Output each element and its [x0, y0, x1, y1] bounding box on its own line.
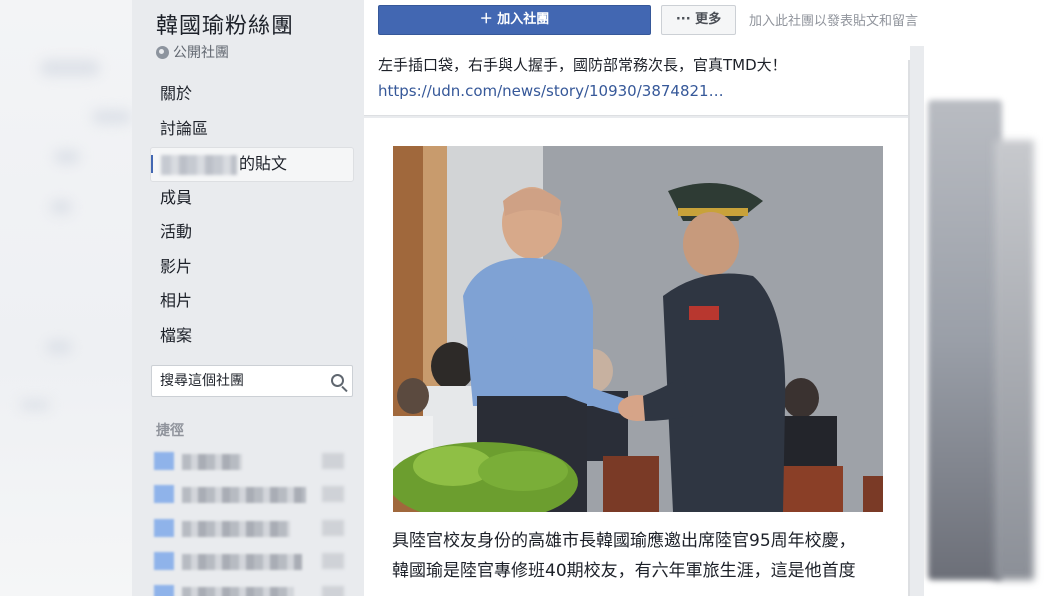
- nav-item-events[interactable]: 活動: [150, 216, 354, 251]
- group-sidebar: 韓國瑜粉絲團 公開社團 關於 討論區 的貼文 成員 活動 影片 相片 檔案 搜尋…: [132, 0, 364, 596]
- nav-item-files[interactable]: 檔案: [150, 320, 354, 355]
- article-caption: 具陸官校友身份的高雄市長韓國瑜應邀出席陸官95周年校慶， 韓國瑜是陸官專修班40…: [392, 526, 892, 586]
- globe-icon: [156, 45, 169, 59]
- group-privacy: 公開社團: [156, 42, 229, 62]
- shortcut-item[interactable]: [154, 483, 348, 505]
- blurred-backdrop-right: [924, 0, 1060, 596]
- post-link[interactable]: https://udn.com/news/story/10930/3874821…: [378, 82, 724, 100]
- post-card: 左手插口袋，右手與人握手，國防部常務次長，官真TMD大！ https://udn…: [364, 46, 910, 116]
- article-card[interactable]: 具陸官校友身份的高雄市長韓國瑜應邀出席陸官95周年校慶， 韓國瑜是陸官專修班40…: [364, 118, 910, 596]
- column-divider: [908, 60, 910, 596]
- shortcut-item[interactable]: [154, 550, 348, 572]
- article-photo[interactable]: [393, 146, 883, 512]
- search-icon[interactable]: [331, 374, 344, 387]
- nav-item-videos[interactable]: 影片: [150, 251, 354, 286]
- nav-item-members[interactable]: 成員: [150, 182, 354, 217]
- group-privacy-label: 公開社團: [173, 45, 229, 61]
- shortcut-item[interactable]: [154, 517, 348, 539]
- more-button[interactable]: ··· 更多: [661, 5, 736, 35]
- join-group-button[interactable]: ＋ 加入社團: [378, 5, 651, 35]
- post-text: 左手插口袋，右手與人握手，國防部常務次長，官真TMD大！: [378, 56, 787, 74]
- shortcuts-title: 捷徑: [156, 423, 184, 439]
- blurred-backdrop-left: [0, 0, 132, 596]
- article-caption-line: 韓國瑜是陸官專修班40期校友，有六年軍旅生涯，這是他首度: [392, 561, 856, 581]
- group-title[interactable]: 韓國瑜粉絲團: [156, 8, 294, 40]
- shortcut-item[interactable]: [154, 583, 348, 596]
- group-action-bar: ＋ 加入社團 ··· 更多 加入此社團以發表貼文和留言: [364, 0, 924, 46]
- article-caption-line: 具陸官校友身份的高雄市長韓國瑜應邀出席陸官95周年校慶，: [392, 531, 856, 551]
- shortcut-item[interactable]: [154, 450, 348, 472]
- group-main: ＋ 加入社團 ··· 更多 加入此社團以發表貼文和留言 左手插口袋，右手與人握手…: [364, 0, 924, 596]
- group-nav: 關於 討論區 的貼文 成員 活動 影片 相片 檔案: [150, 78, 354, 354]
- nav-item-member-posts[interactable]: 的貼文: [150, 147, 354, 182]
- join-hint: 加入此社團以發表貼文和留言: [749, 14, 919, 29]
- nav-item-discussion[interactable]: 討論區: [150, 113, 354, 148]
- group-search-input[interactable]: 搜尋這個社團: [151, 365, 353, 397]
- redacted-username: [161, 154, 237, 175]
- nav-item-photos[interactable]: 相片: [150, 285, 354, 320]
- nav-item-about[interactable]: 關於: [150, 78, 354, 113]
